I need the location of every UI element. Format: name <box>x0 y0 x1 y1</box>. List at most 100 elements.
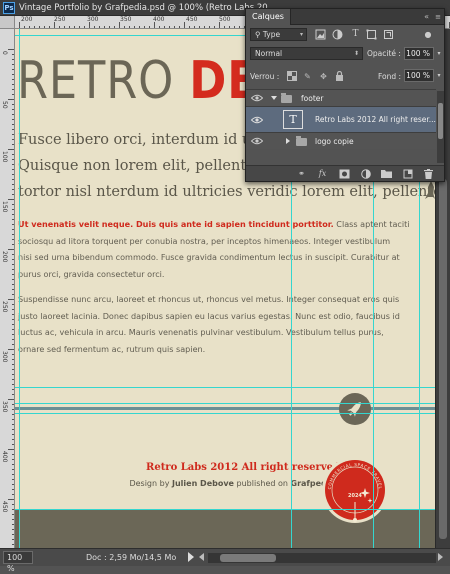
credit-author: Julien Debove <box>171 479 234 488</box>
ruler-tick <box>204 26 205 28</box>
guide-horizontal[interactable] <box>15 413 435 414</box>
fx-icon[interactable]: fx <box>317 169 328 179</box>
ruler-tick <box>12 529 14 530</box>
mask-icon[interactable] <box>339 169 350 179</box>
ruler-tick <box>12 479 14 480</box>
group-collapsed-icon[interactable] <box>286 138 290 144</box>
filter-toggle-icon[interactable]: ● <box>420 29 436 40</box>
group-expanded-icon[interactable] <box>271 96 277 100</box>
vertical-ruler[interactable]: 050100150200250300350400450500 <box>0 29 15 548</box>
ruler-tick <box>12 179 14 180</box>
ruler-tick <box>12 114 14 115</box>
ruler-tick <box>12 254 14 255</box>
horizontal-scroll-thumb[interactable] <box>220 554 276 562</box>
ruler-tick <box>12 154 14 155</box>
new-layer-icon[interactable] <box>402 169 413 179</box>
ruler-origin[interactable] <box>0 16 15 29</box>
body-paragraph-2: Suspendisse nunc arcu, laoreet et rhoncu… <box>18 291 400 357</box>
ruler-tick <box>12 534 14 535</box>
layer-filter-select[interactable]: ⚲ Type ▾ <box>250 28 307 41</box>
scroll-left-icon[interactable] <box>199 553 204 561</box>
para-line: luctus ac, vehicula in arcu. Mauris vene… <box>18 327 384 337</box>
layers-panel: Calques « ≡ ⚲ Type ▾ T ● Normal ⬍ Opacité … <box>245 8 445 182</box>
layer-row-logo-copie[interactable]: logo copie <box>246 132 436 149</box>
para-line: Suspendisse nunc arcu, laoreet et rhoncu… <box>18 294 400 304</box>
ruler-tick <box>94 26 95 28</box>
ruler-tick <box>69 26 70 28</box>
ruler-tick <box>134 26 135 28</box>
ruler-tick <box>12 124 14 125</box>
guide-horizontal[interactable] <box>15 509 435 510</box>
zoom-level-field[interactable]: 100 % <box>3 551 33 573</box>
tab-layers[interactable]: Calques <box>246 9 291 25</box>
ruler-number: 50 <box>1 101 8 109</box>
filter-pixel-icon[interactable] <box>314 29 326 40</box>
rocket-badge <box>339 393 371 425</box>
lock-position-icon[interactable]: ✥ <box>318 71 329 82</box>
ruler-tick <box>12 84 14 85</box>
layers-scroll-thumb[interactable] <box>438 103 443 139</box>
blend-mode-select[interactable]: Normal ⬍ <box>250 47 363 60</box>
visibility-eye-icon[interactable] <box>251 137 263 145</box>
ruler-tick <box>12 424 14 425</box>
status-menu-arrow-icon[interactable] <box>188 552 194 562</box>
new-group-icon[interactable] <box>381 169 392 179</box>
guide-vertical[interactable] <box>19 29 20 548</box>
canvas-horizontal-scrollbar[interactable] <box>208 553 436 563</box>
ruler-tick <box>12 414 14 415</box>
vertical-scroll-thumb[interactable] <box>439 179 447 539</box>
opacity-field[interactable]: 100 % <box>404 47 434 60</box>
ruler-tick <box>149 26 150 28</box>
opacity-label: Opacité : <box>367 49 401 58</box>
ruler-tick <box>12 279 14 280</box>
scroll-right-icon[interactable] <box>438 553 443 561</box>
layer-row-retro-labs-text[interactable]: T Retro Labs 2012 All right reser... <box>246 106 436 132</box>
fill-chevron-icon[interactable]: ▾ <box>434 69 444 82</box>
ruler-number: 250 <box>54 16 66 23</box>
seal-year: 2024 <box>348 493 362 499</box>
ruler-tick <box>12 144 14 145</box>
filter-shape-icon[interactable] <box>366 29 377 40</box>
ruler-tick <box>214 26 215 28</box>
ruler-tick <box>8 99 14 100</box>
guide-horizontal[interactable] <box>15 403 435 404</box>
ruler-tick <box>229 26 230 28</box>
layer-row-footer[interactable]: footer <box>246 89 436 106</box>
ruler-tick <box>12 79 14 80</box>
ruler-tick <box>34 26 35 28</box>
photoshop-app-icon: Ps <box>3 2 15 14</box>
link-icon[interactable]: ⚭ <box>296 169 307 179</box>
ruler-tick <box>8 349 14 350</box>
collapse-panel-icon[interactable]: « <box>424 11 429 23</box>
ruler-tick <box>12 189 14 190</box>
panel-menu-icon[interactable]: ≡ <box>435 12 441 22</box>
ruler-tick <box>12 169 14 170</box>
ruler-tick <box>12 229 14 230</box>
filter-smart-object-icon[interactable] <box>383 29 394 40</box>
ruler-tick <box>12 64 14 65</box>
opacity-chevron-icon[interactable]: ▾ <box>434 47 444 60</box>
adjustment-icon[interactable] <box>360 169 371 179</box>
ruler-tick <box>12 209 14 210</box>
ruler-tick <box>12 284 14 285</box>
visibility-eye-icon[interactable] <box>251 116 263 124</box>
heading-retro: RETRO <box>17 51 190 111</box>
ruler-tick <box>234 26 235 28</box>
trash-icon[interactable] <box>423 169 434 179</box>
lock-all-icon[interactable] <box>334 70 345 82</box>
filter-text-icon[interactable]: T <box>350 29 361 40</box>
guide-horizontal[interactable] <box>15 387 435 388</box>
layers-scrollbar[interactable] <box>437 91 444 163</box>
lock-transparency-icon[interactable] <box>286 71 297 82</box>
ruler-tick <box>12 289 14 290</box>
lock-pixels-icon[interactable]: ✎ <box>302 71 313 82</box>
ruler-tick <box>12 89 14 90</box>
ruler-tick <box>12 519 14 520</box>
fill-field[interactable]: 100 % <box>404 69 434 82</box>
ruler-tick <box>109 26 110 28</box>
ruler-tick <box>144 26 145 28</box>
ruler-tick <box>8 499 14 500</box>
filter-adjustment-icon[interactable] <box>332 29 343 40</box>
visibility-eye-icon[interactable] <box>251 94 263 102</box>
ruler-tick <box>164 26 165 28</box>
